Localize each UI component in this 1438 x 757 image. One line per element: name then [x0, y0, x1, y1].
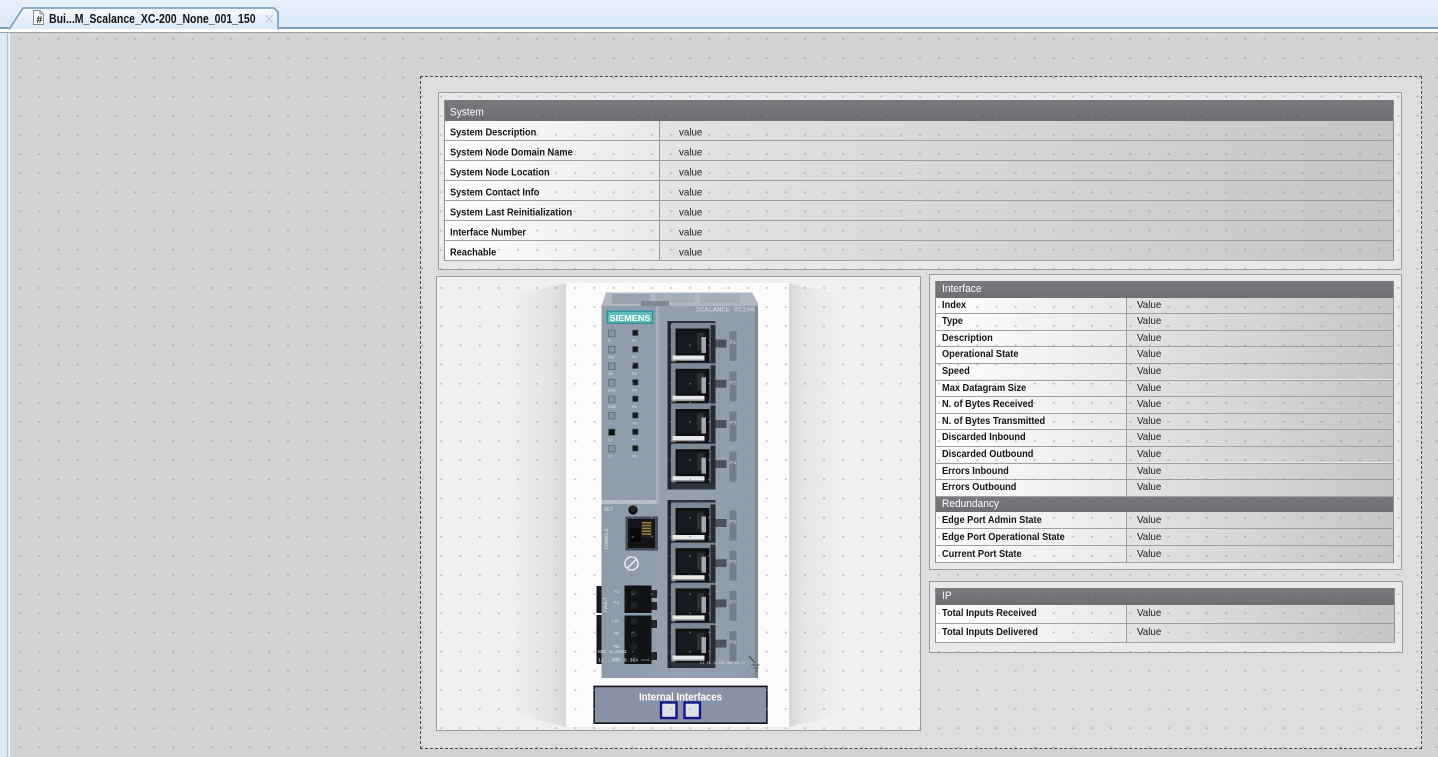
svg-text:SET: SET [604, 507, 613, 513]
svg-text:L1+: L1+ [612, 619, 620, 624]
svg-text:RM: RM [608, 356, 614, 360]
svg-text:M1: M1 [614, 632, 620, 637]
svg-text:P2: P2 [730, 380, 736, 386]
svg-text:P6: P6 [632, 422, 637, 426]
svg-text:SCALANCE XC208: SCALANCE XC208 [696, 307, 755, 314]
svg-text:12...24V 0.35A ===: 12...24V 0.35A === [598, 658, 650, 664]
svg-text:#: # [36, 14, 42, 25]
svg-text:P6: P6 [730, 560, 736, 566]
svg-text:F2: F2 [614, 601, 620, 606]
svg-text:P7: P7 [632, 438, 637, 442]
svg-text:DM2: DM2 [608, 405, 616, 409]
svg-text:P1: P1 [632, 339, 637, 343]
svg-text:P8: P8 [730, 640, 736, 646]
svg-text:L1: L1 [608, 438, 612, 442]
svg-text:P8: P8 [632, 455, 637, 459]
svg-text:P5: P5 [730, 520, 736, 526]
svg-text:R: R [608, 339, 611, 343]
svg-text:Internal Interfaces: Internal Interfaces [639, 692, 722, 704]
svg-text:P1: P1 [730, 340, 736, 346]
svg-text:NEC CLASS2: NEC CLASS2 [598, 649, 627, 655]
svg-text:P4: P4 [730, 461, 736, 467]
svg-text:P5: P5 [632, 405, 637, 409]
svg-text:P4: P4 [632, 389, 637, 393]
svg-text:L2: L2 [608, 455, 612, 459]
svg-text:FAULT: FAULT [603, 597, 609, 612]
svg-text:SB: SB [608, 372, 614, 376]
svg-text:P3: P3 [730, 421, 736, 427]
svg-text:SIEMENS: SIEMENS [610, 314, 652, 323]
svg-text:P2: P2 [632, 356, 637, 360]
svg-text:F1: F1 [614, 590, 620, 595]
svg-text:P3: P3 [632, 372, 637, 376]
svg-text:CONSOLE: CONSOLE [604, 528, 610, 549]
svg-text:C1 TK 10 EN LAN 4G-17: C1 TK 10 EN LAN 4G-17 [700, 662, 745, 666]
svg-text:DM1: DM1 [608, 389, 616, 393]
svg-text:P7: P7 [730, 600, 736, 606]
